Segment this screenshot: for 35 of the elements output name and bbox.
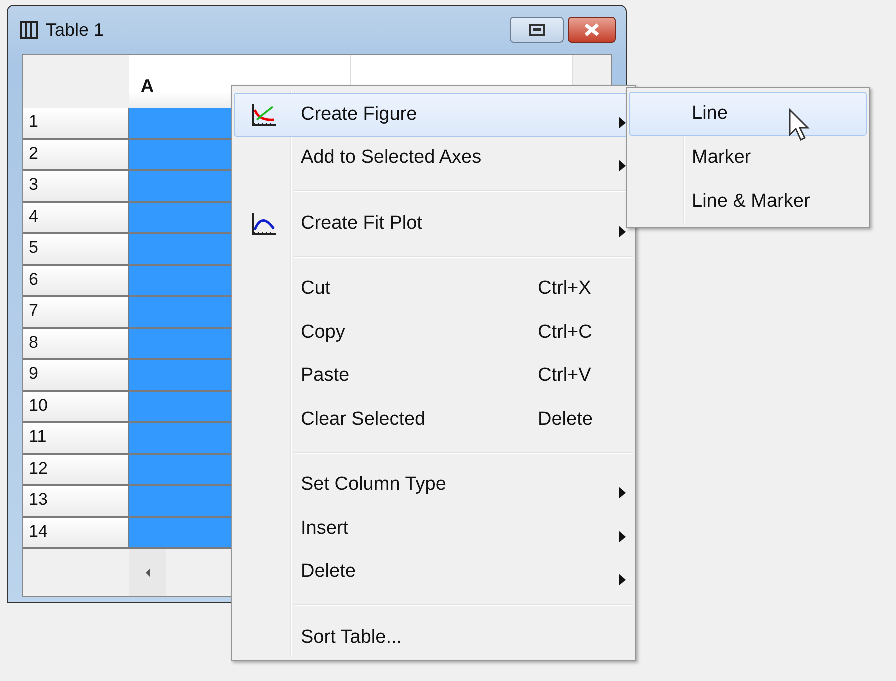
restore-icon	[529, 24, 545, 36]
fit-plot-icon	[250, 210, 278, 237]
row-header[interactable]: 3	[23, 171, 129, 202]
row-header[interactable]: 2	[23, 140, 129, 171]
menu-item[interactable]: Cut Ctrl+X	[234, 268, 633, 311]
cursor-icon	[788, 108, 812, 144]
row-header[interactable]: 4	[23, 202, 129, 234]
row-header[interactable]: 9	[23, 360, 129, 392]
menu-item[interactable]: Line	[629, 92, 867, 136]
table-icon	[20, 21, 38, 39]
menu-item[interactable]: Clear Selected Delete	[234, 398, 633, 442]
close-icon	[583, 23, 601, 37]
row-header[interactable]: 7	[23, 297, 129, 328]
scroll-left-icon	[144, 568, 152, 578]
menu-item[interactable]: Delete	[234, 550, 633, 594]
row-header[interactable]: 14	[23, 518, 129, 549]
chart-icon	[250, 102, 278, 128]
restore-button[interactable]	[510, 17, 564, 43]
row-header[interactable]: 1	[23, 108, 129, 140]
row-header[interactable]: 5	[23, 234, 129, 266]
row-header[interactable]: 8	[23, 328, 129, 360]
row-header[interactable]: 12	[23, 454, 129, 486]
row-header[interactable]: 10	[23, 392, 129, 423]
menu-item[interactable]: Sort Table...	[234, 616, 633, 660]
menu-item[interactable]: Paste Ctrl+V	[234, 354, 633, 398]
row-header[interactable]: 11	[23, 423, 129, 454]
close-button[interactable]	[568, 17, 616, 43]
menu-item[interactable]: Insert	[234, 507, 633, 550]
menu-item[interactable]: Copy Ctrl+C	[234, 311, 633, 354]
menu-item[interactable]: Line & Marker	[629, 180, 867, 224]
window-title: Table 1	[46, 18, 104, 42]
menu-item[interactable]: Marker	[629, 136, 867, 180]
row-header[interactable]: 13	[23, 486, 129, 518]
menu-item[interactable]: Set Column Type	[234, 464, 633, 507]
row-header[interactable]: 6	[23, 266, 129, 297]
